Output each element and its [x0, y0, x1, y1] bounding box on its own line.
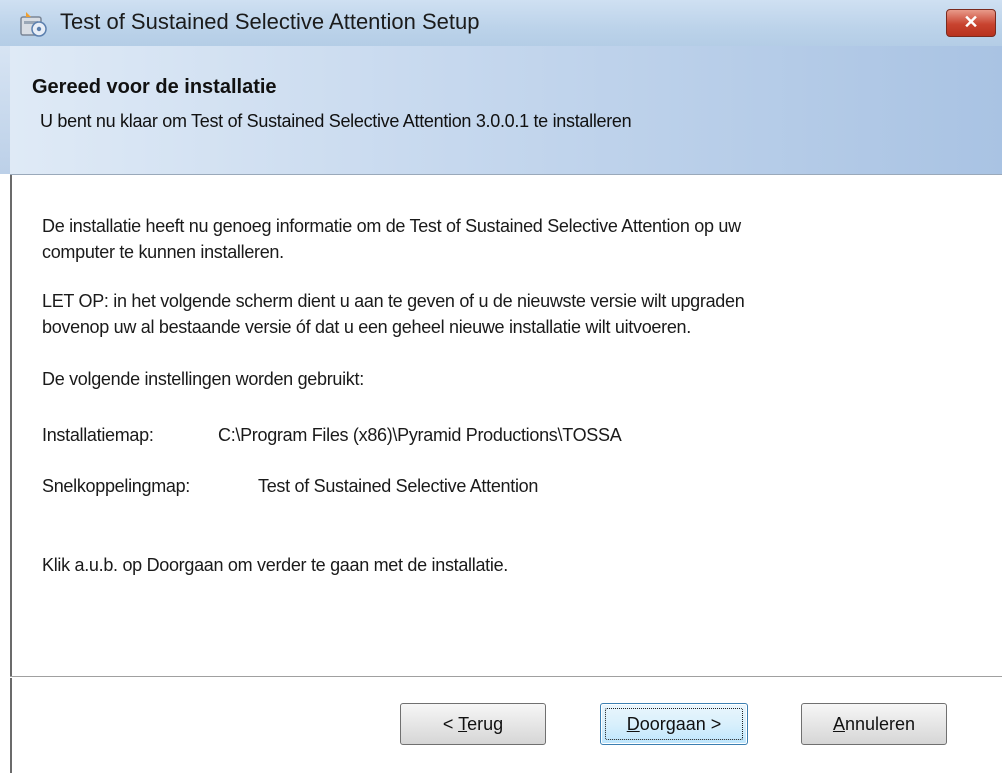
- back-button[interactable]: < Terug: [400, 703, 546, 745]
- info-text-line-2: computer te kunnen installeren.: [42, 242, 284, 262]
- window-frame-left-top: [0, 46, 10, 174]
- info-text-line-1: De installatie heeft nu genoeg informati…: [42, 216, 741, 236]
- page-title: Gereed voor de installatie: [32, 76, 277, 98]
- focus-rectangle: [605, 708, 743, 740]
- back-button-mnemonic: T: [458, 714, 468, 734]
- back-button-label: erug: [467, 714, 504, 734]
- shortcut-value: Test of Sustained Selective Attention: [258, 476, 539, 496]
- close-button[interactable]: ✕: [946, 9, 996, 37]
- next-button[interactable]: Doorgaan >: [600, 703, 748, 745]
- page-subtitle: U bent nu klaar om Test of Sustained Sel…: [40, 111, 632, 131]
- cancel-button[interactable]: Annuleren: [801, 703, 947, 745]
- title-bar[interactable]: Test of Sustained Selective Attention Se…: [0, 0, 1002, 47]
- cancel-button-mnemonic: A: [832, 714, 845, 734]
- footer-separator: [10, 676, 1002, 678]
- warning-text-line-1: LET OP: in het volgende scherm dient u a…: [42, 291, 745, 311]
- installer-icon: [20, 12, 47, 37]
- continue-hint: Klik a.u.b. op Doorgaan om verder te gaa…: [42, 555, 508, 575]
- header-banner: Gereed voor de installatie U bent nu kla…: [10, 46, 1002, 175]
- warning-text-line-2: bovenop uw al bestaande versie óf dat u …: [42, 317, 691, 337]
- shortcut-label: Snelkoppelingmap:: [42, 476, 191, 496]
- install-dir-value: C:\Program Files (x86)\Pyramid Productio…: [218, 425, 622, 445]
- back-button-prefix: <: [442, 714, 459, 734]
- window-title: Test of Sustained Selective Attention Se…: [60, 9, 480, 34]
- settings-intro: De volgende instellingen worden gebruikt…: [42, 369, 364, 389]
- close-icon: ✕: [963, 12, 979, 32]
- install-dir-label: Installatiemap:: [42, 425, 154, 445]
- cancel-button-label: nnuleren: [844, 714, 916, 734]
